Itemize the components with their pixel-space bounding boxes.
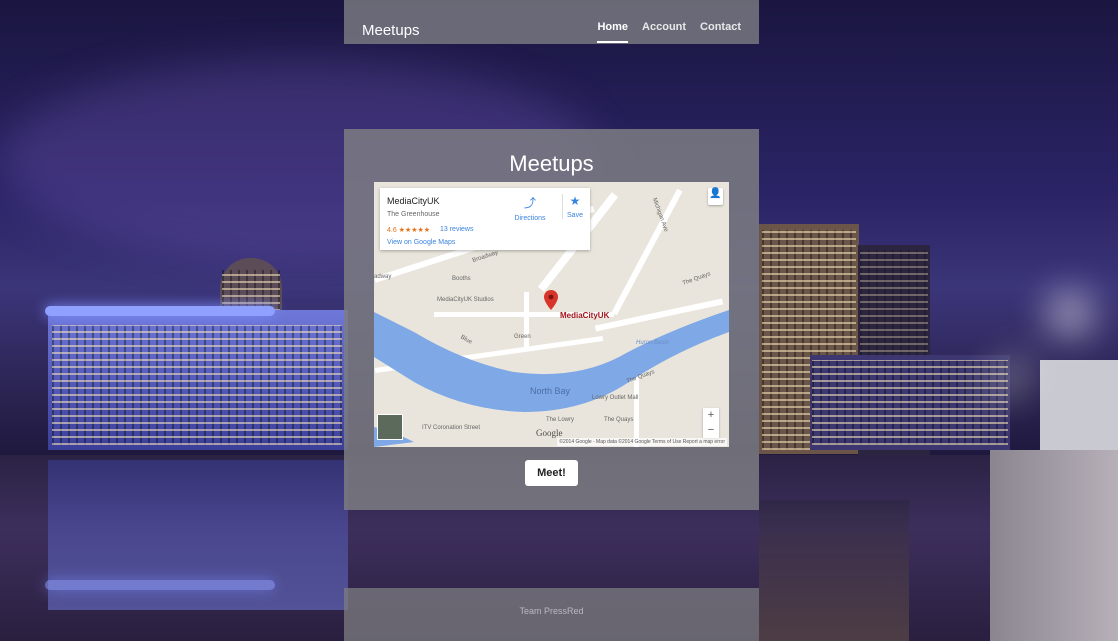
reviews-link[interactable]: 13 reviews [440, 226, 473, 233]
place-name: MediaCityUK [387, 196, 440, 206]
main-panel: Meetups Broadway adway Booths MediaCityU… [344, 129, 759, 510]
save-button[interactable]: ★ Save [562, 194, 587, 219]
map-attribution: ©2014 Google - Map data ©2014 Google Ter… [557, 438, 727, 446]
nav-link-contact[interactable]: Contact [700, 21, 741, 39]
map-label: Lowry Outlet Mall [592, 395, 639, 401]
zoom-in-button[interactable]: + [703, 408, 719, 423]
satellite-toggle-thumbnail[interactable] [377, 414, 403, 440]
map-label: ITV Coronation Street [422, 425, 481, 431]
footer-text: Team PressRed [519, 606, 584, 616]
directions-icon: ⤴ [523, 196, 536, 210]
google-map[interactable]: Broadway adway Booths MediaCityUK Studio… [374, 182, 729, 447]
zoom-out-button[interactable]: − [703, 423, 719, 438]
brand-logo[interactable]: Meetups [362, 22, 420, 39]
nav-link-home[interactable]: Home [597, 21, 628, 43]
directions-button[interactable]: ⤴ Directions [512, 194, 548, 222]
map-label: Huron Basin [636, 340, 670, 346]
map-label: The Lowry [546, 417, 575, 423]
map-label: The Quays [604, 417, 634, 423]
google-logo: Google [536, 428, 563, 438]
place-info-card: MediaCityUK The Greenhouse 4.6 ★★★★★ 13 … [380, 188, 590, 250]
star-icon: ★ [569, 194, 581, 208]
place-subtitle: The Greenhouse [387, 211, 440, 218]
map-label: adway [374, 274, 392, 280]
map-label: Booths [452, 276, 471, 282]
map-label: North Bay [530, 386, 571, 396]
navbar: Meetups Home Account Contact [344, 0, 759, 44]
place-rating: 4.6 ★★★★★ [387, 227, 431, 234]
save-label: Save [567, 212, 583, 219]
map-label: Green [514, 334, 531, 340]
map-pin-icon[interactable] [544, 290, 558, 310]
nav-links: Home Account Contact [597, 21, 741, 43]
pin-label: MediaCityUK [560, 311, 610, 320]
street-view-pegman-icon[interactable]: 👤 [708, 188, 723, 205]
map-label: MediaCityUK Studios [437, 297, 494, 303]
page-title: Meetups [509, 151, 594, 176]
footer: Team PressRed [344, 588, 759, 641]
directions-label: Directions [514, 215, 546, 222]
zoom-control: + − [703, 408, 719, 438]
meet-button[interactable]: Meet! [525, 460, 578, 486]
view-on-google-maps-link[interactable]: View on Google Maps [387, 239, 455, 246]
nav-link-account[interactable]: Account [642, 21, 686, 39]
